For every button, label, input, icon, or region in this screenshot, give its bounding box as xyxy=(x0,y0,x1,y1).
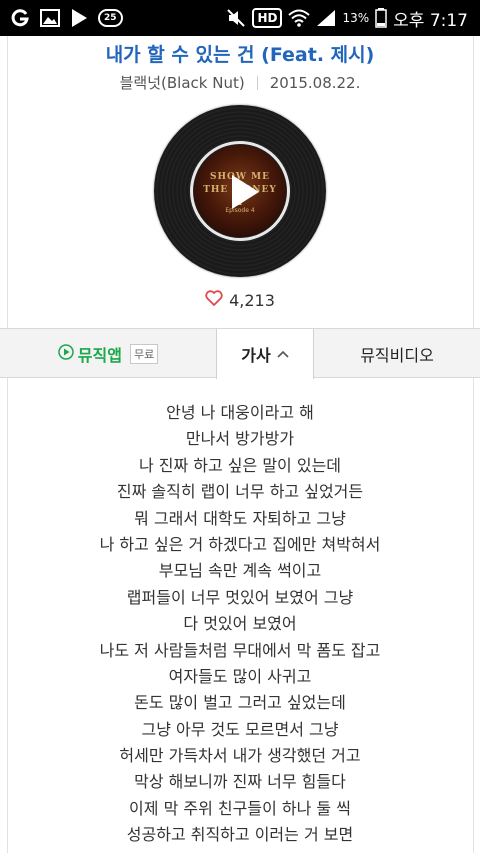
play-store-icon xyxy=(70,8,88,28)
lyric-line: 허세만 가득차서 내가 생각했던 거고 xyxy=(119,746,361,766)
play-icon[interactable] xyxy=(232,175,259,209)
wifi-icon xyxy=(288,9,311,27)
lyric-line: 다 멋있어 보였어 xyxy=(183,614,297,634)
lyric-line: 이제 막 주위 친구들이 하나 둘 씩 xyxy=(129,798,351,818)
signal-icon xyxy=(316,9,336,27)
song-title: 내가 할 수 있는 건 (Feat. 제시) xyxy=(105,44,375,66)
tab-music-app-label: 뮤직앱 xyxy=(77,345,122,365)
album-vinyl[interactable]: SHOW ME THE MONEY 4 Episode 4 xyxy=(154,105,326,277)
lyric-line: 랩퍼들이 너무 멋있어 보였어 그냥 xyxy=(126,587,354,607)
clock: 오후 7:17 xyxy=(393,10,468,31)
tab-bar: 뮤직앱 무료 가사 뮤직비디오 xyxy=(0,328,480,379)
chevron-up-icon xyxy=(277,348,289,361)
lyric-line: 막상 해보니까 진짜 너무 힘들다 xyxy=(134,772,346,792)
song-meta: 블랙넛(Black Nut) 2015.08.22. xyxy=(0,72,480,93)
tab-lyrics[interactable]: 가사 xyxy=(216,329,314,379)
lyric-line: 그냥 아무 것도 모르면서 그냥 xyxy=(141,719,339,739)
status-bar-left: 25 xyxy=(10,5,123,31)
mute-icon xyxy=(226,8,246,28)
status-bar-right: HD 13% 오후 7:17 xyxy=(226,5,468,31)
lyric-line: 안녕 나 대웅이라고 해 xyxy=(166,403,314,422)
gallery-icon xyxy=(40,9,60,27)
like-count: 4,213 xyxy=(229,290,275,310)
battery-icon xyxy=(375,8,387,28)
status-bar: 25 HD 13% 오후 7:17 xyxy=(0,0,480,36)
lyric-line: 만나서 방가방가 xyxy=(185,429,295,449)
battery-percent: 13% xyxy=(342,11,370,25)
meta-divider xyxy=(256,75,258,90)
lyric-line: 부모님 속만 계속 썩이고 xyxy=(158,561,322,581)
play-circle-icon xyxy=(58,343,74,364)
lyric-line: 돈도 많이 벌고 그러고 싶었는데 xyxy=(134,693,346,713)
lyric-line: 진짜 솔직히 랩이 너무 하고 싶었거든 xyxy=(116,482,364,502)
lyric-line: 여자들도 많이 사귀고 xyxy=(168,666,312,686)
lyric-line: 나 하고 싶은 거 하겠다고 집에만 쳐박혀서 xyxy=(99,534,381,554)
lyrics-panel: 안녕 나 대웅이라고 해 만나서 방가방가 나 진짜 하고 싶은 말이 있는데 … xyxy=(0,400,480,849)
hd-voice-icon: HD xyxy=(252,8,283,28)
g-app-icon xyxy=(10,8,30,28)
release-date: 2015.08.22. xyxy=(269,73,361,92)
tab-lyrics-label: 가사 xyxy=(241,346,271,365)
lyric-line: 나도 저 사람들처럼 무대에서 막 폼도 잡고 xyxy=(99,640,381,660)
free-badge: 무료 xyxy=(129,343,159,364)
notification-badge: 25 xyxy=(98,9,123,27)
tab-music-video[interactable]: 뮤직비디오 xyxy=(314,329,480,378)
like-row[interactable]: 4,213 xyxy=(0,290,480,310)
tab-music-video-label: 뮤직비디오 xyxy=(360,345,434,365)
lyric-line: 성공하고 취직하고 이러는 거 보면 xyxy=(126,825,354,845)
heart-icon[interactable] xyxy=(205,290,223,310)
artist-link[interactable]: 블랙넛(Black Nut) xyxy=(120,72,245,93)
tab-music-app[interactable]: 뮤직앱 무료 xyxy=(0,329,216,378)
lyric-line: 뭐 그래서 대학도 자퇴하고 그냥 xyxy=(134,508,346,528)
lyric-line: 나 진짜 하고 싶은 말이 있는데 xyxy=(138,455,342,475)
